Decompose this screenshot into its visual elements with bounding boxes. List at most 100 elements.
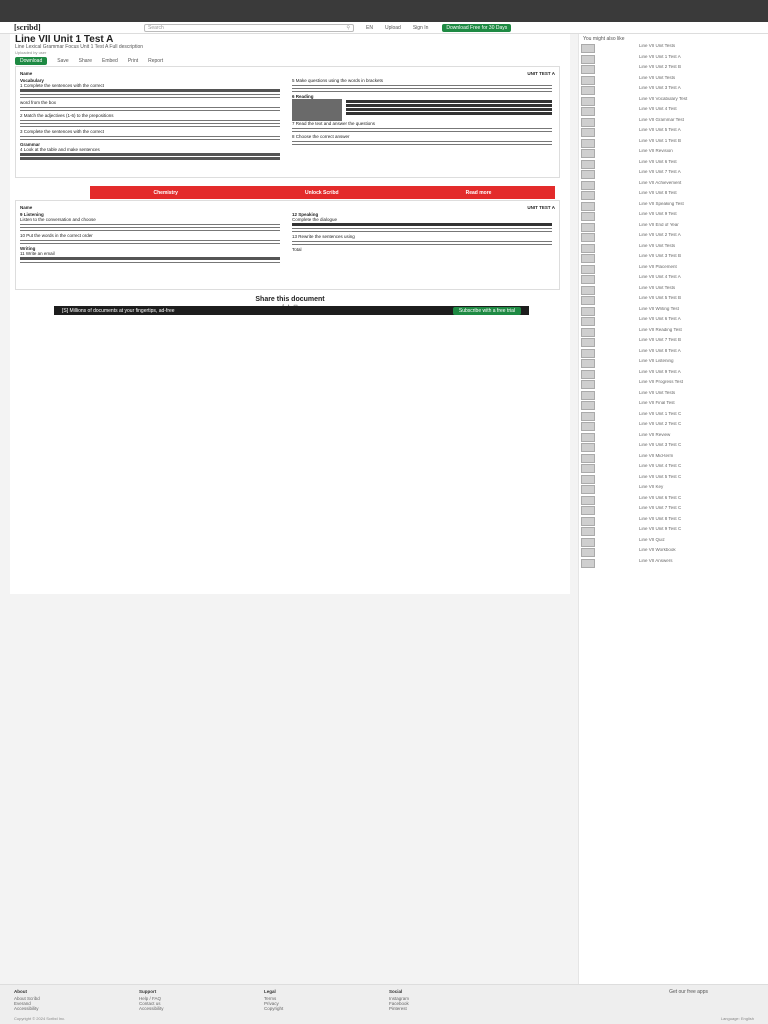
sidebar-doc-item[interactable]: Line VII Final Test bbox=[581, 401, 768, 411]
footer-link[interactable]: Pinterest bbox=[389, 1006, 514, 1011]
upload-link[interactable]: Upload bbox=[385, 25, 401, 31]
footer-link[interactable]: Accessibility bbox=[139, 1006, 264, 1011]
sidebar-doc-item[interactable]: Line VII Unit 4 Test bbox=[581, 107, 768, 117]
document-thumbnail bbox=[581, 527, 595, 536]
sidebar-doc-item[interactable]: Line VII Unit 9 Test A bbox=[581, 369, 768, 380]
sidebar-doc-item[interactable]: Line VII Unit 6 Test A bbox=[581, 317, 768, 327]
sidebar-doc-item[interactable]: Line VII Unit 7 Test A bbox=[581, 170, 768, 180]
sidebar-doc-title: Line VII Mid-term bbox=[639, 453, 674, 458]
sidebar-doc-item[interactable]: Line VII Mid-term bbox=[581, 453, 768, 464]
sidebar-doc-item[interactable]: Line VII Quiz bbox=[581, 537, 768, 548]
sidebar-doc-item[interactable]: Line VII Unit 3 Test C bbox=[581, 443, 768, 453]
sidebar-doc-title: Line VII Unit Tests bbox=[639, 44, 676, 48]
footer-column-title: About bbox=[14, 989, 27, 994]
document-page-2: Name UNIT TEST A 9 Listening Listen to t… bbox=[15, 200, 560, 290]
search-input[interactable]: Search ⚲ bbox=[144, 23, 354, 32]
sidebar-doc-item[interactable]: Line VII Unit 1 Test B bbox=[581, 138, 768, 149]
print-button[interactable]: Print bbox=[128, 58, 138, 64]
language-link[interactable]: EN bbox=[366, 25, 373, 31]
scribd-logo[interactable]: [scribd] bbox=[14, 23, 114, 32]
sidebar-doc-item[interactable]: Line VII Unit 7 Test B bbox=[581, 338, 768, 348]
language-selector[interactable]: Language: English bbox=[721, 1016, 754, 1021]
page-text: 13 Rewrite the sentences using bbox=[292, 234, 355, 239]
sidebar-doc-item[interactable]: Line VII Workbook bbox=[581, 548, 768, 558]
sidebar-doc-item[interactable]: Line VII Unit 3 Test A bbox=[581, 86, 768, 96]
search-placeholder: Search bbox=[148, 24, 164, 31]
sidebar-doc-item[interactable]: Line VII Unit 8 Test A bbox=[581, 348, 768, 359]
sidebar-doc-item[interactable]: Line VII Writing Test bbox=[581, 306, 768, 317]
sidebar-doc-item[interactable]: Line VII Speaking Test bbox=[581, 201, 768, 212]
footer-link[interactable]: Accessibility bbox=[14, 1006, 139, 1011]
sidebar-doc-item[interactable]: Line VII Unit 5 Test A bbox=[581, 128, 768, 138]
sidebar-doc-title: Line VII Unit 5 Test B bbox=[639, 296, 681, 300]
document-thumbnail bbox=[581, 380, 595, 389]
sidebar-doc-item[interactable]: Line VII Unit Tests bbox=[581, 75, 768, 86]
copyright-text: Copyright © 2024 Scribd Inc. bbox=[14, 1016, 66, 1021]
document-thumbnail bbox=[581, 180, 595, 190]
sidebar-doc-item[interactable]: Line VII Progress Test bbox=[581, 380, 768, 390]
sidebar-doc-item[interactable]: Line VII Unit 9 Test bbox=[581, 212, 768, 222]
page-text: 8 Choose the correct answer bbox=[292, 134, 350, 139]
sidebar-doc-title: Line VII Speaking Test bbox=[639, 201, 684, 206]
sidebar-doc-item[interactable]: Line VII Unit 6 Test bbox=[581, 159, 768, 170]
sidebar-doc-item[interactable]: Line VII Unit 7 Test C bbox=[581, 506, 768, 516]
sidebar-doc-item[interactable]: Line VII Reading Test bbox=[581, 327, 768, 338]
download-button[interactable]: Download bbox=[15, 57, 48, 65]
sidebar-doc-item[interactable]: Line VII Key bbox=[581, 485, 768, 495]
sidebar-doc-item[interactable]: Line VII Unit 3 Test B bbox=[581, 254, 768, 264]
sidebar-doc-item[interactable]: Line VII Listening bbox=[581, 359, 768, 369]
sidebar-doc-item[interactable]: Line VII Unit Tests bbox=[581, 285, 768, 296]
sidebar-doc-item[interactable]: Line VII Achievement bbox=[581, 180, 768, 191]
sidebar-doc-item[interactable]: Line VII Unit 5 Test C bbox=[581, 474, 768, 485]
sidebar-doc-title: Line VII Unit 1 Test A bbox=[639, 54, 681, 59]
free-trial-button[interactable]: Download Free for 30 Days bbox=[442, 23, 512, 32]
sidebar-doc-item[interactable]: Line VII Review bbox=[581, 432, 768, 443]
sidebar-doc-item[interactable]: Line VII Unit 9 Test C bbox=[581, 527, 768, 537]
sidebar-doc-item[interactable]: Line VII Unit 6 Test C bbox=[581, 495, 768, 506]
sidebar-doc-item[interactable]: Line VII Grammar Test bbox=[581, 117, 768, 128]
sidebar-doc-item[interactable]: Line VII Placement bbox=[581, 264, 768, 275]
report-button[interactable]: Report bbox=[148, 58, 163, 64]
sidebar-doc-item[interactable]: Line VII Answers bbox=[581, 558, 768, 569]
page-text: 10 Put the words in the correct order bbox=[20, 233, 93, 238]
share-button[interactable]: Share bbox=[79, 58, 92, 64]
footer-social: Social Instagram Facebook Pinterest bbox=[389, 989, 514, 1020]
sidebar-doc-item[interactable]: Line VII Unit 2 Test C bbox=[581, 422, 768, 432]
document-thumbnail bbox=[581, 191, 595, 200]
sidebar-doc-item[interactable]: Line VII Unit 1 Test A bbox=[581, 54, 768, 65]
sidebar-doc-item[interactable]: Line VII Revision bbox=[581, 149, 768, 159]
sidebar-doc-item[interactable]: Line VII Unit 8 Test bbox=[581, 191, 768, 201]
document-toolbar: Download Save Share Embed Print Report bbox=[15, 56, 560, 66]
get-apps-label[interactable]: Get our free apps bbox=[669, 989, 708, 995]
sidebar-doc-title: Line VII Unit 6 Test bbox=[639, 159, 677, 164]
document-thumbnail bbox=[581, 285, 595, 295]
sidebar-doc-title: Line VII Writing Test bbox=[639, 306, 679, 311]
sidebar-doc-title: Line VII Unit 8 Test A bbox=[639, 348, 681, 353]
sidebar-doc-item[interactable]: Line VII End of Year bbox=[581, 222, 768, 233]
sidebar-doc-title: Line VII Unit 2 Test C bbox=[639, 422, 682, 426]
sidebar-doc-item[interactable]: Line VII Unit Tests bbox=[581, 390, 768, 401]
sidebar-doc-item[interactable]: Line VII Unit 4 Test A bbox=[581, 275, 768, 285]
sidebar-doc-item[interactable]: Line VII Unit 1 Test C bbox=[581, 411, 768, 422]
sidebar-doc-item[interactable]: Line VII Unit 2 Test B bbox=[581, 65, 768, 75]
promo-banner[interactable]: Chemistry Unlock Scribd Read more bbox=[90, 186, 555, 199]
sidebar-doc-item[interactable]: Line VII Unit 5 Test B bbox=[581, 296, 768, 306]
sidebar-doc-item[interactable]: Line VII Unit 4 Test C bbox=[581, 464, 768, 474]
search-icon[interactable]: ⚲ bbox=[346, 25, 350, 31]
sidebar-doc-item[interactable]: Line VII Unit Tests bbox=[581, 44, 768, 54]
sidebar-doc-item[interactable]: Line VII Unit 8 Test C bbox=[581, 516, 768, 527]
document-thumbnail bbox=[581, 296, 595, 305]
document-thumbnail bbox=[581, 464, 595, 473]
sidebar-doc-item[interactable]: Line VII Vocabulary Test bbox=[581, 96, 768, 107]
footer-link[interactable]: Copyright bbox=[264, 1006, 389, 1011]
document-thumbnail bbox=[581, 411, 595, 421]
document-thumbnail bbox=[581, 443, 595, 452]
page-text: 11 Write an email bbox=[20, 251, 55, 256]
site-footer: About About Scribd Everand Accessibility… bbox=[0, 984, 768, 1024]
subscribe-button[interactable]: Subscribe with a free trial bbox=[452, 306, 521, 315]
save-button[interactable]: Save bbox=[57, 58, 68, 64]
embed-button[interactable]: Embed bbox=[102, 58, 118, 64]
sign-in-link[interactable]: Sign In bbox=[413, 25, 429, 31]
sidebar-doc-item[interactable]: Line VII Unit 2 Test A bbox=[581, 233, 768, 243]
sidebar-doc-item[interactable]: Line VII Unit Tests bbox=[581, 243, 768, 254]
